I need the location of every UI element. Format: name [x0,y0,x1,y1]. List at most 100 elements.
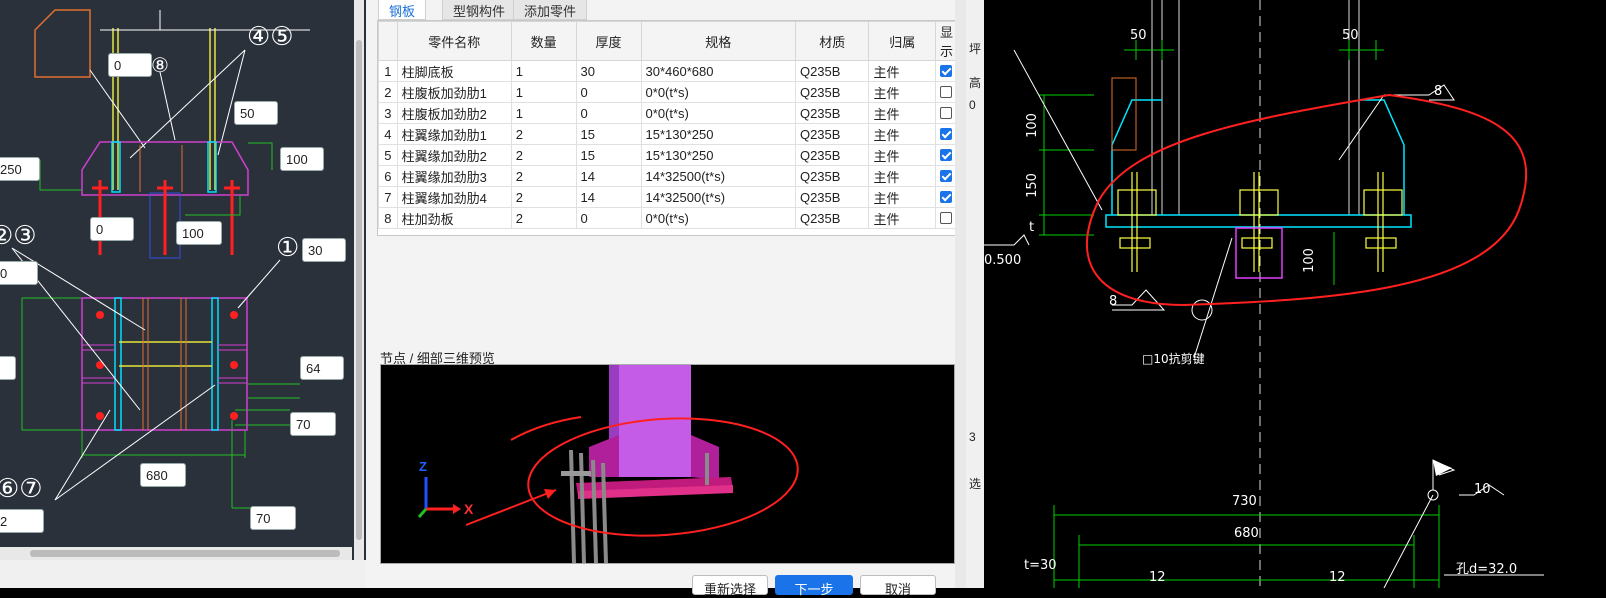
material-cell[interactable]: Q235B [794,144,870,166]
tab-add-part[interactable]: 添加零件 [513,0,588,20]
owner-cell[interactable]: 主件 [868,60,936,82]
part-name-cell[interactable]: 柱脚底板 [396,60,512,82]
material-cell[interactable]: Q235B [794,102,870,124]
col-header-thickness[interactable]: 厚度 [575,21,642,61]
vertical-scrollbar[interactable] [354,0,364,560]
owner-cell[interactable]: 主件 [868,102,936,124]
right-cad-canvas[interactable]: 50 50 8 100 150 t 100 8 10 0.500 □10抗剪键 … [984,0,1606,588]
table-row[interactable]: 7 柱翼缘加劲肋4 2 14 14*32500(t*s) Q235B 主件 [378,186,959,208]
material-cell[interactable]: Q235B [794,123,870,145]
part-name-cell[interactable]: 柱腹板加劲肋2 [396,102,512,124]
material-cell[interactable]: Q235B [794,186,870,208]
thickness-cell[interactable]: 15 [575,144,642,166]
show-checkbox[interactable] [940,65,953,77]
show-checkbox[interactable] [940,128,953,140]
spec-cell[interactable]: 14*32500(t*s) [640,165,796,187]
show-checkbox[interactable] [940,170,953,182]
col-header-index[interactable] [378,21,398,61]
show-checkbox[interactable] [940,107,953,119]
reselect-button[interactable]: 重新选择 [692,575,768,597]
dim-input[interactable]: 0 [90,217,134,241]
quantity-cell[interactable]: 2 [510,165,577,187]
show-checkbox[interactable] [940,212,953,224]
3d-preview-viewport[interactable]: Z X [380,364,955,564]
dim-input[interactable]: 680 [140,463,186,487]
table-row[interactable]: 8 柱加劲板 2 0 0*0(t*s) Q235B 主件 [378,207,959,229]
table-row[interactable]: 5 柱翼缘加劲肋2 2 15 15*130*250 Q235B 主件 [378,144,959,166]
show-checkbox[interactable] [940,191,953,203]
part-name-cell[interactable]: 柱翼缘加劲肋2 [396,144,512,166]
show-checkbox[interactable] [940,149,953,161]
owner-cell[interactable]: 主件 [868,165,936,187]
thickness-cell[interactable]: 30 [575,60,642,82]
dim-input[interactable]: 70 [290,412,336,436]
scrollbar-thumb[interactable] [30,550,340,557]
table-row[interactable]: 2 柱腹板加劲肋1 1 0 0*0(t*s) Q235B 主件 [378,81,959,103]
material-cell[interactable]: Q235B [794,207,870,229]
quantity-cell[interactable]: 1 [510,81,577,103]
dialog-scrollbar[interactable] [955,0,966,588]
spec-cell[interactable]: 0*0(t*s) [640,207,796,229]
col-header-material[interactable]: 材质 [794,21,870,61]
left-cad-canvas[interactable]: 0 50 250 100 0 100 30 0 64 70 680 2 70 ④… [0,0,366,588]
spec-cell[interactable]: 30*460*680 [640,60,796,82]
dim-input[interactable]: 64 [300,356,344,380]
dim-input[interactable]: 250 [0,157,40,181]
thickness-cell[interactable]: 14 [575,165,642,187]
cad-dim: 150 [1024,173,1040,198]
quantity-cell[interactable]: 2 [510,144,577,166]
scrollbar-thumb[interactable] [356,40,362,540]
owner-cell[interactable]: 主件 [868,81,936,103]
quantity-cell[interactable]: 1 [510,102,577,124]
table-row[interactable]: 3 柱腹板加劲肋2 1 0 0*0(t*s) Q235B 主件 [378,102,959,124]
spec-cell[interactable]: 15*130*250 [640,123,796,145]
col-header-spec[interactable]: 规格 [640,21,796,61]
dim-input[interactable]: 100 [176,221,222,245]
quantity-cell[interactable]: 2 [510,123,577,145]
part-name-cell[interactable]: 柱翼缘加劲肋1 [396,123,512,145]
dim-input-partial[interactable] [0,356,16,380]
quantity-cell[interactable]: 1 [510,60,577,82]
owner-cell[interactable]: 主件 [868,123,936,145]
show-checkbox[interactable] [940,86,953,98]
tab-section-steel[interactable]: 型钢构件 [442,0,517,20]
dim-input[interactable]: 30 [302,238,346,262]
dim-input[interactable]: 70 [250,506,296,530]
thickness-cell[interactable]: 14 [575,186,642,208]
col-header-name[interactable]: 零件名称 [396,21,512,61]
thickness-cell[interactable]: 0 [575,207,642,229]
thickness-cell[interactable]: 15 [575,123,642,145]
material-cell[interactable]: Q235B [794,165,870,187]
dim-input[interactable]: 2 [0,509,44,533]
dim-input[interactable]: 50 [234,101,278,125]
thickness-cell[interactable]: 0 [575,81,642,103]
owner-cell[interactable]: 主件 [868,144,936,166]
quantity-cell[interactable]: 2 [510,207,577,229]
part-name-cell[interactable]: 柱翼缘加劲肋3 [396,165,512,187]
quantity-cell[interactable]: 2 [510,186,577,208]
owner-cell[interactable]: 主件 [868,207,936,229]
horizontal-scrollbar[interactable] [0,547,352,560]
thickness-cell[interactable]: 0 [575,102,642,124]
spec-cell[interactable]: 0*0(t*s) [640,81,796,103]
table-row[interactable]: 4 柱翼缘加劲肋1 2 15 15*130*250 Q235B 主件 [378,123,959,145]
col-header-qty[interactable]: 数量 [510,21,577,61]
tab-steel-plate[interactable]: 钢板 [378,0,427,20]
dim-input[interactable]: 100 [280,147,324,171]
table-row[interactable]: 6 柱翼缘加劲肋3 2 14 14*32500(t*s) Q235B 主件 [378,165,959,187]
part-name-cell[interactable]: 柱翼缘加劲肋4 [396,186,512,208]
spec-cell[interactable]: 15*130*250 [640,144,796,166]
part-name-cell[interactable]: 柱加劲板 [396,207,512,229]
dim-input[interactable]: 0 [108,53,152,77]
material-cell[interactable]: Q235B [794,81,870,103]
material-cell[interactable]: Q235B [794,60,870,82]
dim-input[interactable]: 0 [0,261,38,285]
owner-cell[interactable]: 主件 [868,186,936,208]
next-button[interactable]: 下一步 [775,575,853,597]
col-header-owner[interactable]: 归属 [868,21,936,61]
cancel-button[interactable]: 取消 [860,575,936,597]
spec-cell[interactable]: 14*32500(t*s) [640,186,796,208]
spec-cell[interactable]: 0*0(t*s) [640,102,796,124]
part-name-cell[interactable]: 柱腹板加劲肋1 [396,81,512,103]
table-row[interactable]: 1 柱脚底板 1 30 30*460*680 Q235B 主件 [378,60,959,82]
